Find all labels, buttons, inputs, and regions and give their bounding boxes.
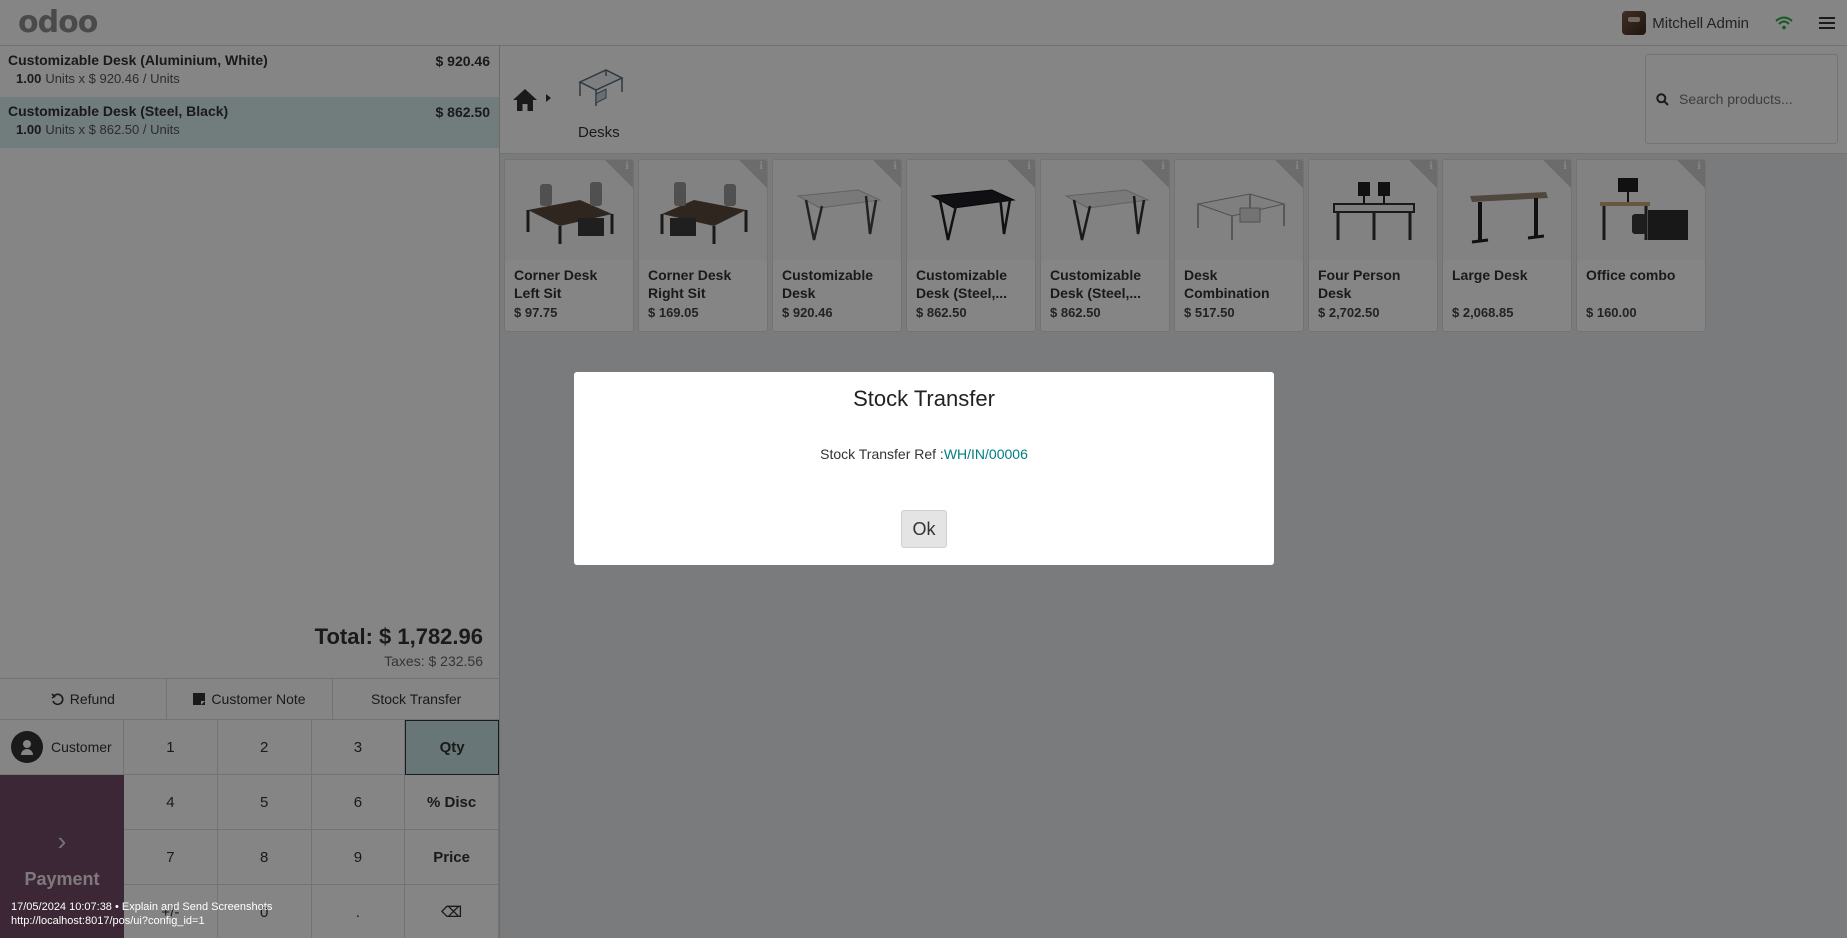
debug-line-1: 17/05/2024 10:07:38 • Explain and Send S… — [11, 901, 273, 913]
dialog-body: Stock Transfer Ref :WH/IN/00006 — [574, 446, 1274, 462]
ok-button[interactable]: Ok — [901, 510, 947, 548]
dialog-title: Stock Transfer — [853, 386, 995, 411]
debug-line-2: http://localhost:8017/pos/ui?config_id=1 — [11, 915, 205, 927]
stock-transfer-ref-link[interactable]: WH/IN/00006 — [944, 446, 1028, 462]
stock-transfer-dialog: Stock Transfer Stock Transfer Ref :WH/IN… — [574, 372, 1274, 565]
stock-transfer-ref-label: Stock Transfer Ref : — [820, 446, 944, 462]
debug-info: 17/05/2024 10:07:38 • Explain and Send S… — [11, 900, 272, 928]
pos-app: odoo Mitchell Admin Customizable Desk (A… — [0, 0, 1847, 938]
